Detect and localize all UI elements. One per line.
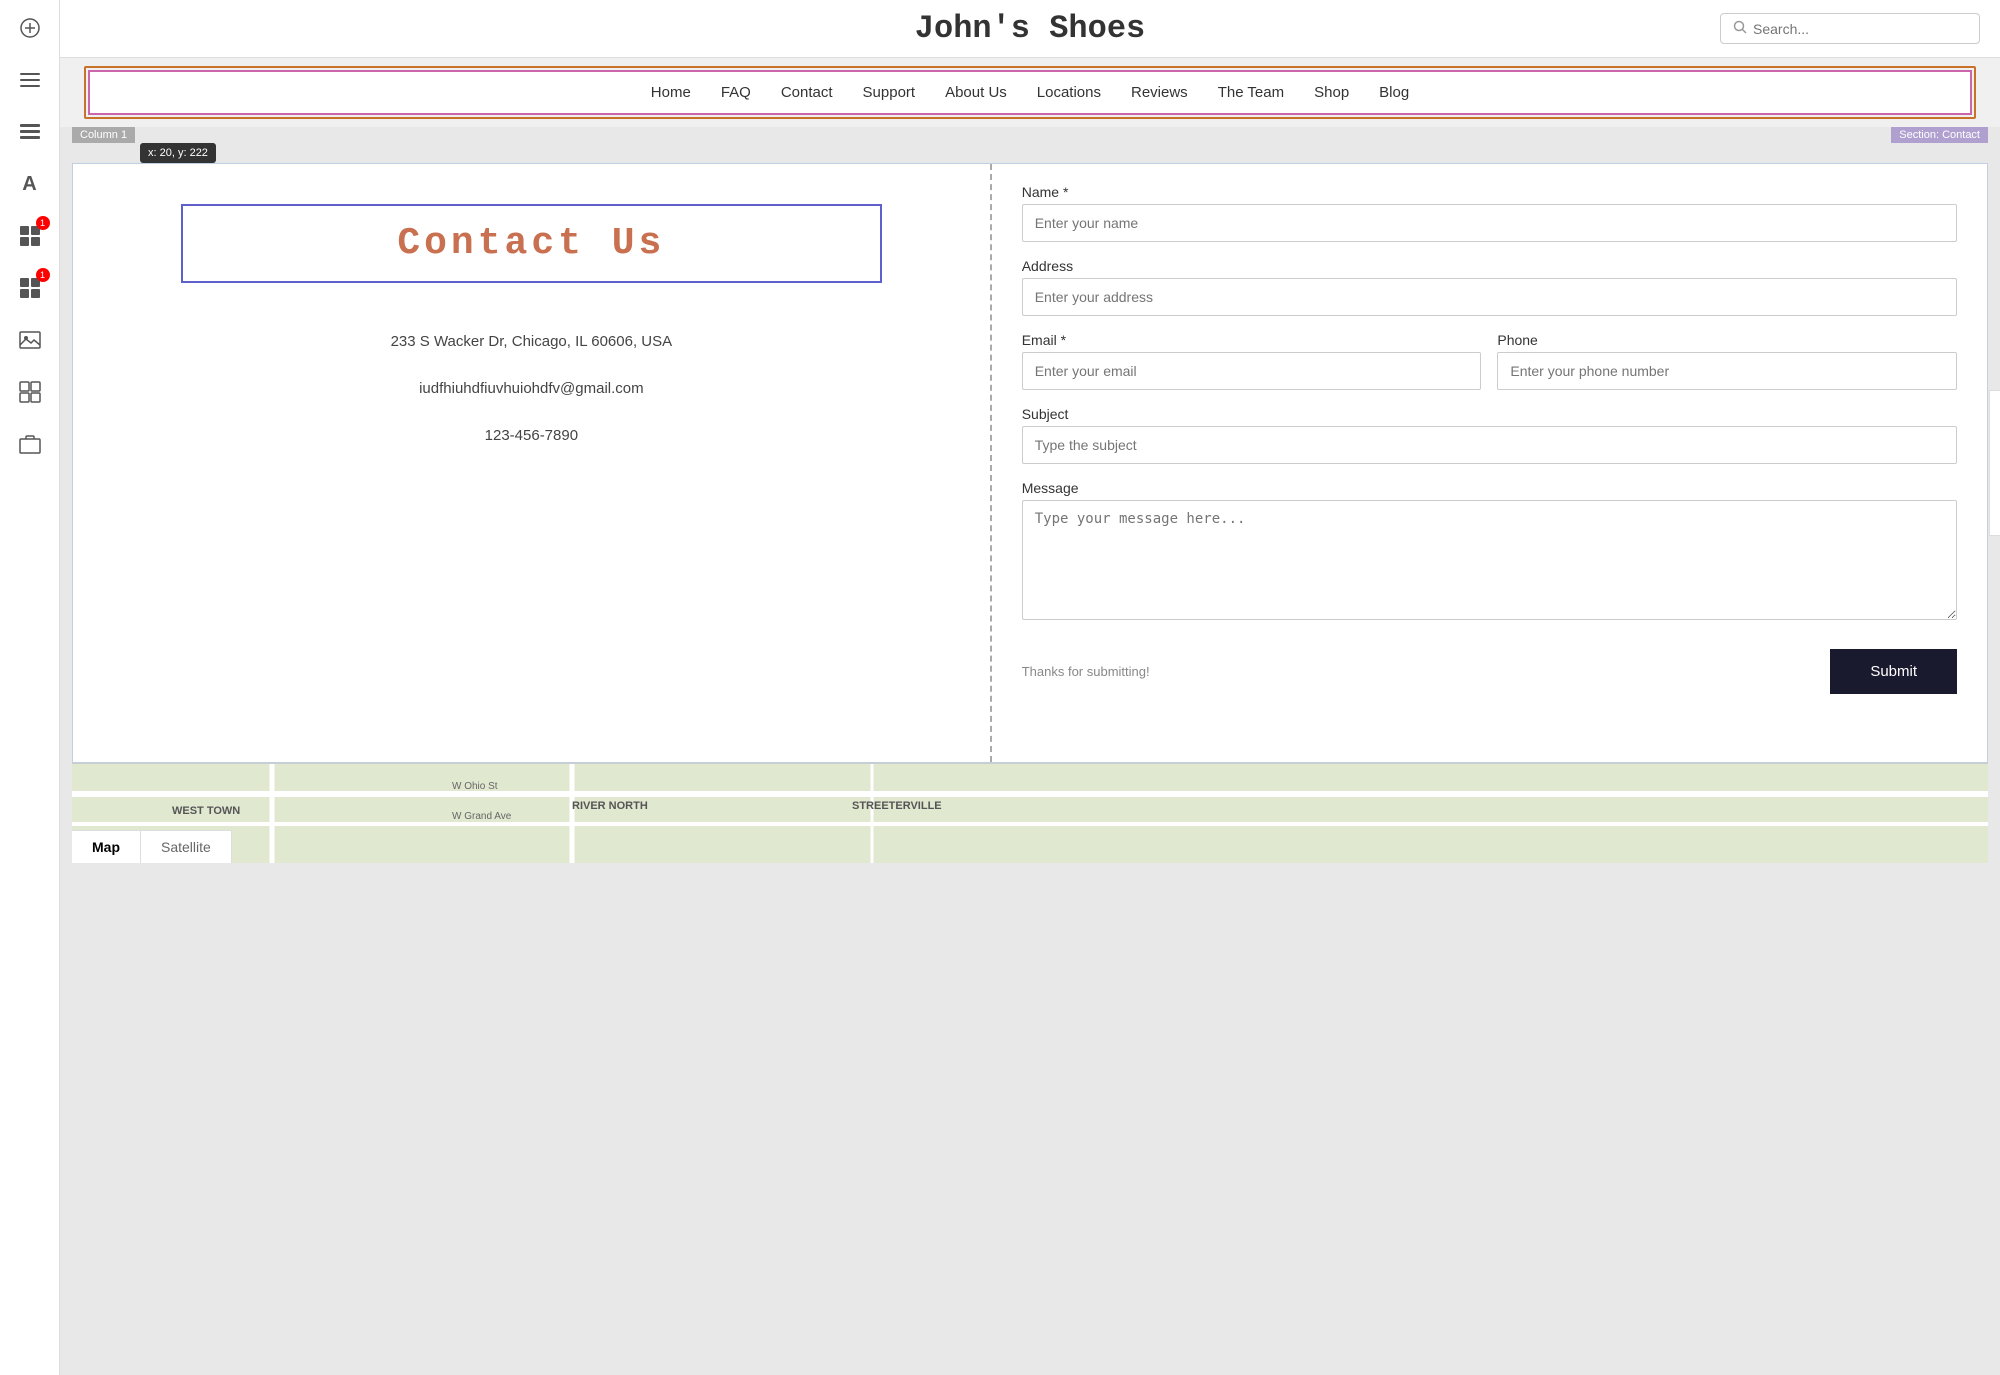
section-label: Section: Contact (1891, 127, 1988, 143)
scroll-down-button[interactable]: ↓ (1994, 423, 2000, 447)
nav-item-faq[interactable]: FAQ (721, 84, 751, 101)
name-label: Name * (1022, 184, 1957, 200)
site-title: John's Shoes (340, 10, 1720, 47)
phone-input[interactable] (1497, 352, 1957, 390)
search-box[interactable] (1720, 13, 1980, 44)
column-label: Column 1 (72, 127, 135, 143)
contact-left: Contact Us 233 S Wacker Dr, Chicago, IL … (73, 164, 992, 762)
contact-phone: 123-456-7890 (391, 427, 673, 444)
map-area: W Ohio St W Grand Ave FULTON RIVER WEST … (72, 763, 1988, 863)
apps2-icon[interactable]: 1 (14, 272, 46, 304)
address-field-group: Address (1022, 258, 1957, 316)
search-icon (1733, 20, 1747, 37)
section-container: Contact Us 233 S Wacker Dr, Chicago, IL … (72, 163, 1988, 763)
menu-icon[interactable] (14, 64, 46, 96)
contact-info: 233 S Wacker Dr, Chicago, IL 60606, USA … (391, 333, 673, 474)
apps-badge: 1 (36, 216, 50, 230)
svg-text:RIVER NORTH: RIVER NORTH (572, 800, 648, 812)
contact-form: Name * Address Email * Phone (992, 164, 1987, 762)
svg-text:STREETERVILLE: STREETERVILLE (852, 800, 942, 812)
text-icon[interactable]: A (14, 168, 46, 200)
phone-field-group: Phone (1497, 332, 1957, 390)
add-icon[interactable] (14, 12, 46, 44)
email-phone-row: Email * Phone (1022, 332, 1957, 406)
subject-input[interactable] (1022, 426, 1957, 464)
contact-title: Contact Us (199, 222, 864, 265)
nav-item-shop[interactable]: Shop (1314, 84, 1349, 101)
nav-bar: Home FAQ Contact Support About Us Locati… (90, 72, 1970, 113)
svg-text:WEST TOWN: WEST TOWN (172, 805, 240, 817)
search-input[interactable] (1753, 21, 1967, 37)
svg-text:W Grand Ave: W Grand Ave (452, 811, 512, 822)
nav-item-reviews[interactable]: Reviews (1131, 84, 1188, 101)
subject-field-group: Subject (1022, 406, 1957, 464)
nav-item-support[interactable]: Support (863, 84, 916, 101)
nav-item-about[interactable]: About Us (945, 84, 1007, 101)
map-tab-map[interactable]: Map (72, 831, 141, 863)
coords-tooltip: x: 20, y: 222 (140, 143, 216, 163)
subject-label: Subject (1022, 406, 1957, 422)
nav-item-locations[interactable]: Locations (1037, 84, 1101, 101)
phone-label: Phone (1497, 332, 1957, 348)
left-sidebar: A 1 1 (0, 0, 60, 1375)
contact-title-box: Contact Us (181, 204, 882, 283)
nav-wrapper: Home FAQ Contact Support About Us Locati… (84, 66, 1976, 119)
contact-email: iudfhiuhdfiuvhuiohdfv@gmail.com (391, 380, 673, 397)
map-tab-satellite[interactable]: Satellite (141, 831, 232, 863)
header: John's Shoes (60, 0, 2000, 58)
map-tabs: Map Satellite (72, 830, 232, 863)
map-svg: W Ohio St W Grand Ave FULTON RIVER WEST … (72, 764, 1988, 863)
contact-address: 233 S Wacker Dr, Chicago, IL 60606, USA (391, 333, 673, 350)
name-field-group: Name * (1022, 184, 1957, 242)
address-input[interactable] (1022, 278, 1957, 316)
apps2-badge: 1 (36, 268, 50, 282)
svg-text:W Ohio St: W Ohio St (452, 781, 498, 792)
edit-button[interactable]: ✎ (1994, 451, 2000, 475)
email-input[interactable] (1022, 352, 1482, 390)
list-icon[interactable] (14, 116, 46, 148)
nav-item-contact[interactable]: Contact (781, 84, 833, 101)
name-input[interactable] (1022, 204, 1957, 242)
scroll-up-button[interactable]: ↑ (1994, 395, 2000, 419)
address-label: Address (1022, 258, 1957, 274)
thanks-text: Thanks for submitting! (1022, 664, 1150, 679)
image-icon[interactable] (14, 324, 46, 356)
layout-button[interactable]: ⊞ (1994, 479, 2000, 503)
scroll-controls: ↑ ↓ ✎ ⊞ ··· (1989, 390, 2000, 536)
message-input[interactable] (1022, 500, 1957, 620)
nav-item-team[interactable]: The Team (1218, 84, 1284, 101)
canvas-area: Column 1 Section: Contact x: 20, y: 222 … (60, 127, 2000, 1375)
grid-icon[interactable] (14, 376, 46, 408)
nav-item-blog[interactable]: Blog (1379, 84, 1409, 101)
email-label: Email * (1022, 332, 1482, 348)
message-field-group: Message (1022, 480, 1957, 625)
nav-inner: Home FAQ Contact Support About Us Locati… (88, 70, 1972, 115)
submit-button[interactable]: Submit (1830, 649, 1957, 694)
portfolio-icon[interactable] (14, 428, 46, 460)
nav-item-home[interactable]: Home (651, 84, 691, 101)
message-label: Message (1022, 480, 1957, 496)
email-field-group: Email * (1022, 332, 1482, 390)
apps-icon[interactable]: 1 (14, 220, 46, 252)
more-button[interactable]: ··· (1994, 507, 2000, 531)
main-content: John's Shoes Home FAQ Contact Support Ab… (60, 0, 2000, 1375)
